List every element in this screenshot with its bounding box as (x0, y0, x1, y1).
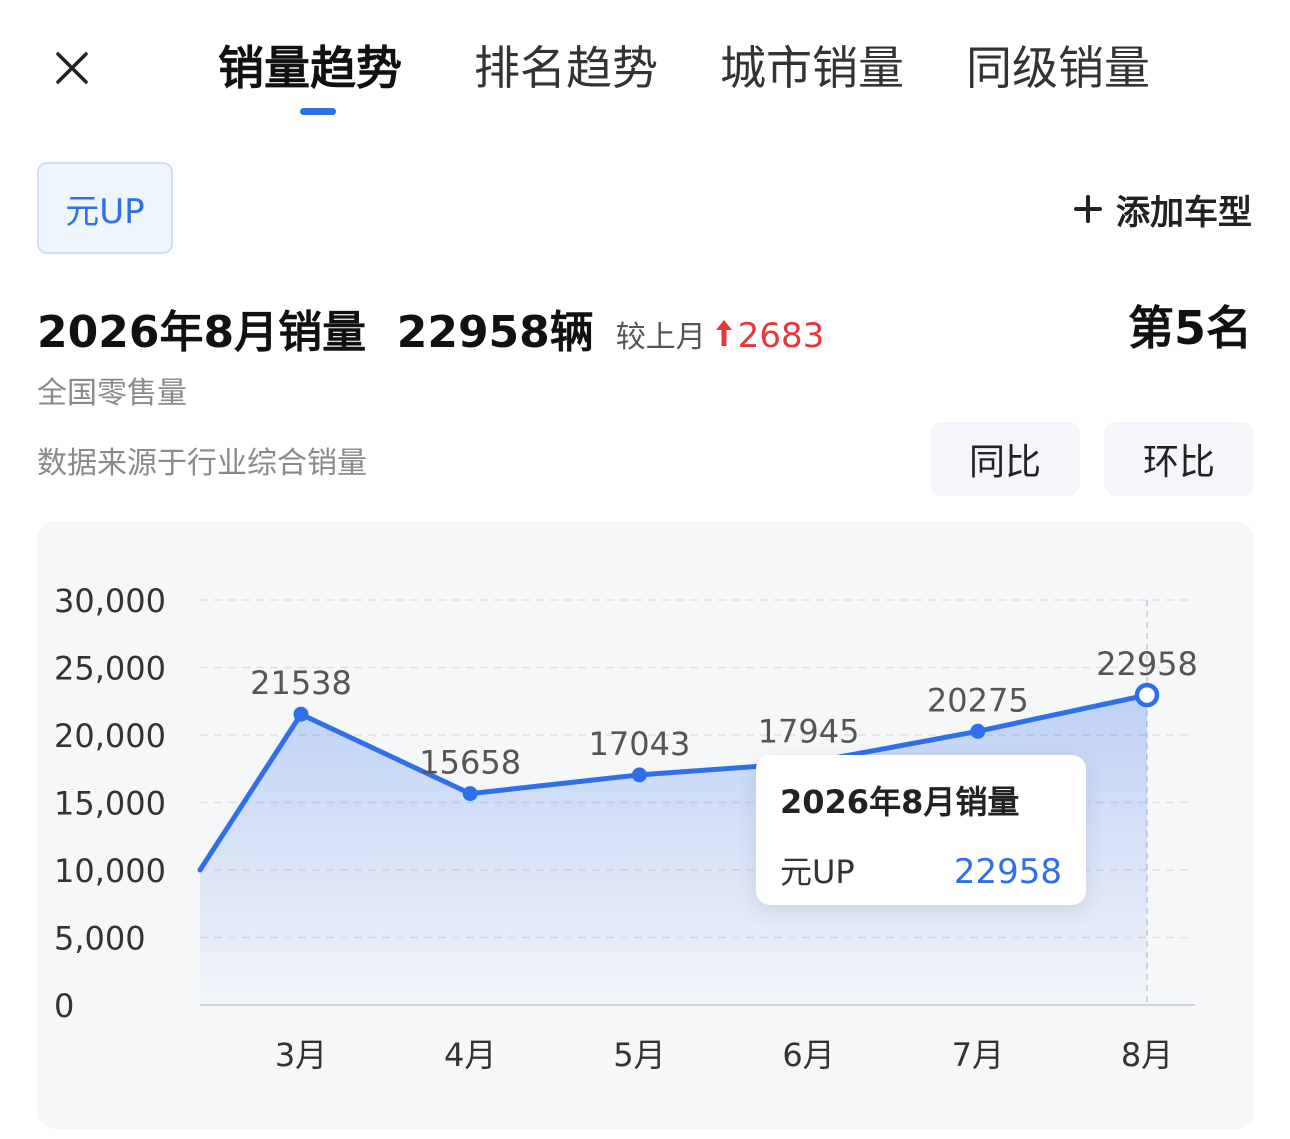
y-tick-label: 15,000 (54, 785, 166, 823)
x-tick-label: 7月 (952, 1036, 1004, 1074)
chart-tooltip: 2026年8月销量 元UP 22958 (756, 755, 1086, 905)
x-tick-label: 8月 (1121, 1036, 1173, 1074)
y-tick-label: 5,000 (54, 920, 146, 958)
data-label: 21538 (250, 664, 352, 702)
compare-value: 2683 (737, 316, 825, 356)
tab-bar: 销量趋势 排名趋势 城市销量 同级销量 (0, 0, 1290, 130)
data-label: 15658 (419, 744, 521, 782)
model-chip[interactable]: 元UP (37, 162, 173, 254)
data-label: 20275 (927, 681, 1029, 719)
data-point (970, 723, 986, 739)
tab-peer-sales[interactable]: 同级销量 (966, 36, 1150, 100)
tab-city-sales[interactable]: 城市销量 (720, 36, 904, 100)
sales-headline: 2026年8月销量 22958辆 较上月 2683 (37, 296, 824, 360)
x-tick-label: 6月 (782, 1036, 834, 1074)
data-label: 22958 (1096, 645, 1198, 683)
active-tab-indicator (300, 108, 336, 115)
data-point (462, 786, 478, 802)
y-tick-label: 30,000 (54, 582, 166, 620)
data-point (631, 767, 647, 783)
compare-label: 较上月 (615, 320, 706, 355)
mom-button[interactable]: 环比 (1104, 422, 1254, 496)
tooltip-series-name: 元UP (780, 853, 855, 891)
data-label: 17043 (589, 725, 691, 763)
data-point (293, 706, 309, 722)
data-scope-label: 全国零售量 (37, 376, 187, 411)
tab-rank-trend[interactable]: 排名趋势 (474, 36, 658, 100)
data-source-note: 数据来源于行业综合销量 (37, 446, 367, 481)
x-tick-label: 5月 (613, 1036, 665, 1074)
tooltip-title: 2026年8月销量 (780, 783, 1020, 821)
y-tick-label: 25,000 (54, 650, 166, 688)
arrow-up-icon (715, 320, 732, 346)
sales-chart[interactable]: 21538 15658 17043 17945 20275 22958 30,000 25,… (37, 521, 1254, 1129)
tab-sales-trend[interactable]: 销量趋势 (218, 36, 402, 100)
add-model-button[interactable]: 添加车型 (1074, 184, 1252, 234)
sales-trend-sheet: 销量趋势 排名趋势 城市销量 同级销量 元UP 添加车型 2026年8月销量 2… (0, 0, 1290, 1139)
highlight-data-point (1134, 682, 1160, 708)
add-model-label: 添加车型 (1116, 192, 1252, 233)
yoy-button[interactable]: 同比 (930, 422, 1080, 496)
monthly-sales-title: 2026年8月销量 22958辆 (37, 307, 594, 358)
plus-icon (1074, 195, 1102, 223)
y-tick-label: 20,000 (54, 717, 166, 755)
x-tick-label: 3月 (275, 1036, 327, 1074)
data-label: 17945 (758, 713, 860, 751)
x-tick-label: 4月 (444, 1036, 496, 1074)
y-tick-label: 0 (54, 987, 74, 1025)
tooltip-value: 22958 (953, 852, 1062, 892)
rank-badge: 第5名 (1127, 301, 1252, 355)
y-tick-label: 10,000 (54, 852, 166, 890)
